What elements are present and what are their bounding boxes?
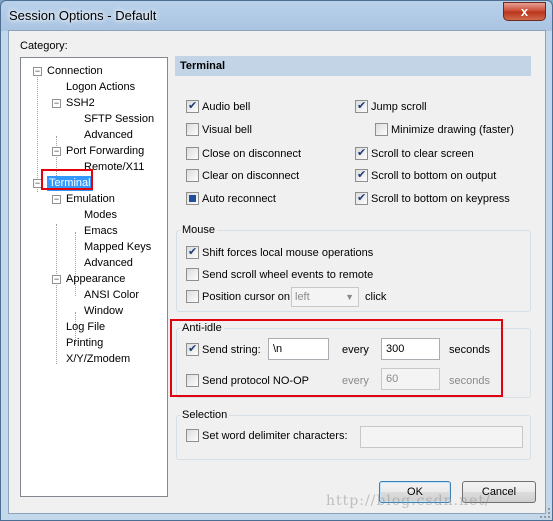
chevron-down-icon: ▼ (345, 292, 354, 302)
tree-item-label: X/Y/Zmodem (66, 353, 131, 365)
category-label: Category: (20, 40, 68, 52)
tree-item-label: SFTP Session (84, 113, 155, 125)
tree-item-label: Connection (47, 65, 103, 77)
minimize-drawing-checkbox[interactable] (375, 123, 388, 136)
tree-item-log-file[interactable]: Log File (61, 320, 105, 335)
tree-connector (56, 224, 57, 364)
tree-item-ssh2-advanced[interactable]: Advanced (79, 128, 133, 143)
position-cursor-select[interactable]: left ▼ (291, 287, 359, 307)
tree-item-label: Emacs (84, 225, 118, 237)
tree-item-emacs[interactable]: Emacs (79, 224, 118, 239)
visual-bell-checkbox[interactable] (186, 123, 199, 136)
shift-forces-local-checkbox[interactable] (186, 245, 199, 259)
word-delimiter-label: Set word delimiter characters: (202, 430, 348, 442)
auto-reconnect-label: Auto reconnect (202, 193, 276, 205)
close-on-disconnect-label: Close on disconnect (202, 148, 302, 160)
word-delimiter-input[interactable] (360, 426, 523, 448)
tree-item-label: Modes (84, 209, 118, 221)
selection-group-title: Selection (180, 409, 230, 421)
minimize-drawing-label: Minimize drawing (faster) (391, 124, 514, 136)
clear-on-disconnect-label: Clear on disconnect (202, 170, 300, 182)
tree-item-sftp-session[interactable]: SFTP Session (79, 112, 154, 127)
tree-item-label: Port Forwarding (66, 145, 145, 157)
audio-bell-label: Audio bell (202, 101, 251, 113)
scroll-bottom-keypress-checkbox[interactable] (355, 191, 368, 205)
collapse-icon[interactable]: − (52, 195, 61, 204)
send-string-interval-input[interactable]: 300 (381, 338, 440, 360)
tree-item-logon-actions[interactable]: Logon Actions (61, 80, 135, 95)
scroll-to-clear-screen-checkbox[interactable] (355, 146, 368, 160)
send-noop-label: Send protocol NO-OP (202, 375, 309, 387)
scroll-bottom-output-checkbox[interactable] (355, 168, 368, 182)
collapse-icon[interactable]: − (33, 67, 42, 76)
word-delimiter-checkbox[interactable] (186, 429, 199, 442)
mouse-group-title: Mouse (180, 224, 218, 236)
tree-item-modes[interactable]: Modes (79, 208, 117, 223)
tree-item-emulation-advanced[interactable]: Advanced (79, 256, 133, 271)
dialog-body: Category: − Connection Logon Actions − S… (8, 30, 546, 514)
collapse-icon[interactable]: − (52, 275, 61, 284)
tree-item-xyzmodem[interactable]: X/Y/Zmodem (61, 352, 130, 367)
tree-item-label: Logon Actions (66, 81, 136, 93)
seconds-label: seconds (449, 344, 490, 356)
title-bar[interactable]: Session Options - Default x (1, 1, 552, 31)
watermark-text: http://blog.csdn.net/ (326, 493, 491, 509)
clear-on-disconnect-checkbox[interactable] (186, 169, 199, 182)
audio-bell-checkbox[interactable] (186, 99, 199, 113)
scroll-bottom-keypress-label: Scroll to bottom on keypress (371, 193, 510, 205)
noop-seconds-label: seconds (449, 375, 490, 387)
collapse-icon[interactable]: − (52, 99, 61, 108)
tree-item-label: Emulation (66, 193, 115, 205)
position-cursor-select-value: left (295, 291, 310, 303)
category-tree[interactable]: − Connection Logon Actions − SSH2 SFTP S… (20, 57, 168, 497)
resize-grip[interactable] (540, 508, 550, 518)
close-button[interactable]: x (503, 2, 546, 21)
tree-item-label: Advanced (84, 257, 133, 269)
send-string-input[interactable]: \n (268, 338, 329, 360)
jump-scroll-checkbox[interactable] (355, 99, 368, 113)
shift-forces-local-label: Shift forces local mouse operations (202, 247, 374, 259)
auto-reconnect-checkbox[interactable] (186, 192, 199, 205)
terminal-highlight-box (41, 169, 93, 190)
scroll-bottom-output-label: Scroll to bottom on output (371, 170, 497, 182)
tree-item-label: Window (84, 305, 124, 317)
send-noop-checkbox[interactable] (186, 374, 199, 387)
close-on-disconnect-checkbox[interactable] (186, 147, 199, 160)
tree-item-window[interactable]: Window (79, 304, 123, 319)
send-string-checkbox[interactable] (186, 342, 199, 356)
panel-header: Terminal (175, 56, 531, 76)
scroll-to-clear-screen-label: Scroll to clear screen (371, 148, 474, 160)
send-string-label: Send string: (202, 344, 261, 356)
tree-item-label: ANSI Color (84, 289, 140, 301)
noop-interval-input[interactable]: 60 (381, 368, 440, 390)
tree-item-label: Mapped Keys (84, 241, 152, 253)
noop-every-label: every (342, 375, 369, 387)
window-title: Session Options - Default (9, 8, 157, 23)
tree-connector (37, 72, 38, 192)
tree-item-label: Appearance (66, 273, 126, 285)
tree-item-label: SSH2 (66, 97, 95, 109)
tree-item-mapped-keys[interactable]: Mapped Keys (79, 240, 151, 255)
send-scroll-wheel-label: Send scroll wheel events to remote (202, 269, 374, 281)
session-options-window: Session Options - Default x Category: − … (0, 0, 553, 521)
tree-item-label: Advanced (84, 129, 133, 141)
position-cursor-label: Position cursor on (202, 291, 291, 303)
tree-item-printing[interactable]: Printing (61, 336, 103, 351)
click-label: click (365, 291, 387, 303)
every-label: every (342, 344, 369, 356)
send-scroll-wheel-checkbox[interactable] (186, 268, 199, 281)
visual-bell-label: Visual bell (202, 124, 252, 136)
tree-item-ansi-color[interactable]: ANSI Color (79, 288, 139, 303)
tree-item-label: Log File (66, 321, 106, 333)
position-cursor-checkbox[interactable] (186, 290, 199, 303)
jump-scroll-label: Jump scroll (371, 101, 427, 113)
tree-item-label: Printing (66, 337, 104, 349)
collapse-icon[interactable]: − (52, 147, 61, 156)
